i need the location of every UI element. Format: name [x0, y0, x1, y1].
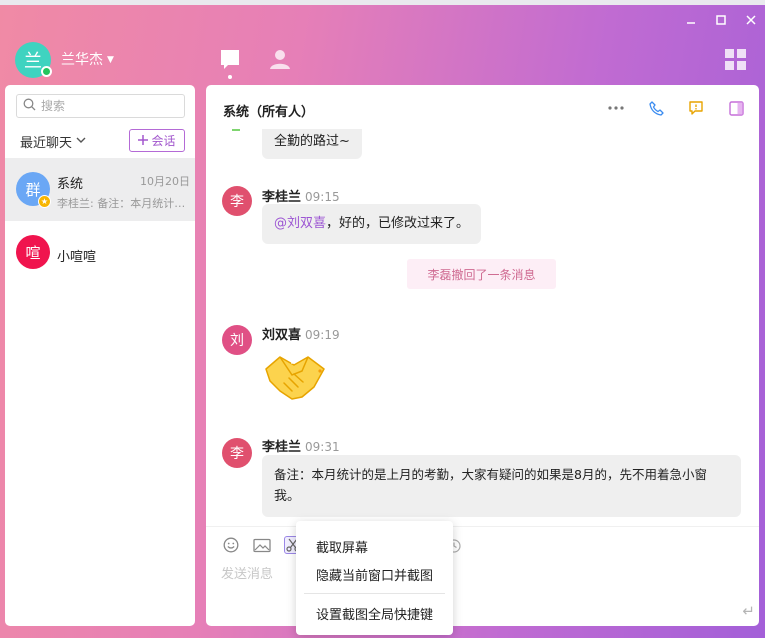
enter-send-icon[interactable]: ↵ [742, 602, 755, 620]
title-bar-strip [0, 0, 765, 5]
emoji-icon[interactable] [222, 536, 240, 554]
message-composer: ↵ [206, 526, 759, 626]
user-name: 兰华杰 [61, 52, 103, 68]
message-bubble: @刘双喜，好的，已修改过来了。 [262, 204, 482, 244]
conversation-item-system[interactable]: 群 ★ 系统 10月20日 李桂兰: 备注：本月统计的是上月的考勤，大家有疑问的… [5, 158, 195, 221]
composer-toolbar [222, 536, 302, 554]
window-controls [683, 12, 759, 28]
message-sender: 李桂兰 09:31 [262, 436, 340, 455]
message-sender: 刘双喜 09:19 [262, 324, 340, 343]
nav-contacts-icon[interactable] [269, 48, 291, 74]
sender-name: 刘双喜 [262, 328, 302, 343]
message-avatar-char: 李 [230, 194, 244, 210]
conversation-name: 小喧喧 [57, 250, 97, 265]
conversation-date: 10月20日 [140, 175, 190, 188]
phone-icon[interactable] [647, 99, 665, 117]
star-icon: ★ [38, 195, 51, 208]
message-avatar-char: 刘 [230, 333, 244, 349]
message-text-line2: 我。 [274, 489, 301, 504]
handshake-emoji [262, 347, 330, 407]
search-box[interactable] [16, 94, 185, 118]
message-text: ，好的，已修改过来了。 [326, 216, 470, 231]
sender-name: 李桂兰 [262, 440, 302, 455]
menu-item-hide-window-capture[interactable]: 隐藏当前窗口并截图 [316, 565, 433, 584]
contact-avatar-char: 喧 [25, 243, 41, 262]
message-avatar[interactable]: 李 [222, 186, 252, 216]
conversation-item-xiaoxuanxuan[interactable]: 喧 小喧喧 [5, 221, 195, 284]
conversation-name: 系统 [57, 177, 84, 192]
contact-avatar: 喧 [16, 235, 50, 269]
message-time: 09:15 [305, 190, 340, 204]
new-session-label: 会话 [151, 134, 176, 148]
image-icon[interactable] [253, 536, 271, 554]
message-sender: 李桂兰 09:15 [262, 186, 340, 205]
plus-icon [138, 134, 149, 148]
message-avatar[interactable]: 李 [222, 438, 252, 468]
maximize-icon[interactable] [713, 12, 729, 28]
screenshot-menu: 截取屏幕 隐藏当前窗口并截图 设置截图全局快捷键 [296, 521, 453, 635]
chevron-down-icon [76, 136, 86, 147]
nav-active-indicator [228, 75, 232, 79]
group-avatar-char: 群 [25, 180, 41, 199]
chat-panel: 系统（所有人） 全勤的路过~ 李 李桂兰 09:15 @刘双喜，好的，已修改过来了… [206, 85, 759, 626]
conversation-preview: 李桂兰: 备注：本月统计的是上月的考勤，大家有疑问的如果是8月的，先不用着急小窗… [57, 197, 187, 210]
recall-notice-text: 李磊撤回了一条消息 [427, 267, 536, 282]
user-avatar-char: 兰 [24, 51, 42, 72]
mention-link[interactable]: @刘双喜 [274, 216, 326, 231]
close-icon[interactable] [743, 12, 759, 28]
message-list[interactable]: 全勤的路过~ 李 李桂兰 09:15 @刘双喜，好的，已修改过来了。 李磊撤回了一… [206, 129, 759, 525]
conversation-sidebar: 最近聊天 会话 群 ★ 系统 10月20日 李桂兰: 备注：本月统计的是上月的考… [5, 85, 195, 626]
menu-item-capture-screen[interactable]: 截取屏幕 [316, 537, 368, 556]
chat-title: 系统（所有人） [223, 105, 315, 120]
search-icon [23, 98, 36, 114]
nav-chat-icon[interactable] [219, 48, 241, 76]
sidebar-toggle-icon[interactable] [727, 99, 745, 117]
sender-name: 李桂兰 [262, 190, 302, 205]
message-text: 全勤的路过~ [274, 134, 350, 149]
menu-item-set-shortcut[interactable]: 设置截图全局快捷键 [316, 604, 433, 623]
message-bubble: 全勤的路过~ [262, 129, 362, 159]
user-menu[interactable]: 兰华杰 ▼ [61, 49, 114, 69]
recall-notice: 李磊撤回了一条消息 [407, 259, 556, 289]
minimize-icon[interactable] [683, 12, 699, 28]
message-time: 09:19 [305, 328, 340, 342]
apps-grid-icon[interactable] [725, 49, 746, 74]
message-avatar[interactable]: 刘 [222, 325, 252, 355]
online-status-icon [41, 66, 52, 77]
caret-down-icon: ▼ [107, 55, 114, 65]
notice-icon[interactable] [687, 99, 705, 117]
read-mark [232, 129, 240, 131]
more-icon[interactable] [607, 99, 625, 117]
search-input[interactable] [41, 99, 171, 113]
recent-chats-label: 最近聊天 [20, 136, 73, 151]
new-session-button[interactable]: 会话 [129, 129, 185, 152]
message-bubble: 备注：本月统计的是上月的考勤，大家有疑问的如果是8月的，先不用着急小窗 我。 [262, 455, 741, 517]
menu-divider [304, 593, 445, 594]
message-text-line1: 备注：本月统计的是上月的考勤，大家有疑问的如果是8月的，先不用着急小窗 [274, 467, 707, 482]
recent-chats-filter[interactable]: 最近聊天 [20, 132, 86, 151]
message-avatar-char: 李 [230, 446, 244, 462]
chat-header-actions [607, 99, 745, 117]
message-time: 09:31 [305, 440, 340, 454]
